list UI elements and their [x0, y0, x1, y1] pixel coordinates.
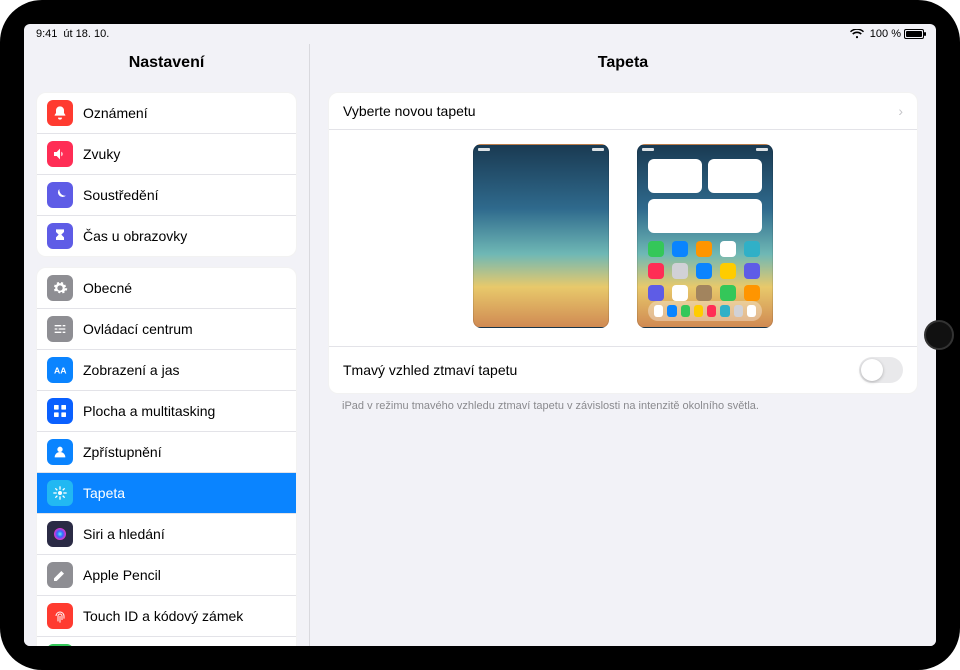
- ipad-frame: 9:41 út 18. 10. 100 % Nastavení Oznámení…: [0, 0, 960, 670]
- sidebar-item-apple-pencil[interactable]: Apple Pencil: [37, 555, 296, 596]
- grid-icon: [47, 398, 73, 424]
- sidebar-item-label: Apple Pencil: [83, 567, 161, 583]
- sidebar-item-label: Zobrazení a jas: [83, 362, 180, 378]
- sidebar-item-label: Čas u obrazovky: [83, 228, 187, 244]
- sidebar-item-label: Zvuky: [83, 146, 120, 162]
- sidebar-item-obecn-[interactable]: Obecné: [37, 268, 296, 309]
- speaker-icon: [47, 141, 73, 167]
- sidebar-item-label: Touch ID a kódový zámek: [83, 608, 243, 624]
- pencil-icon: [47, 562, 73, 588]
- sidebar-scroll[interactable]: OznámeníZvukySoustředěníČas u obrazovky …: [24, 82, 309, 646]
- choose-wallpaper-label: Vyberte novou tapetu: [343, 103, 476, 119]
- fingerprint-icon: [47, 603, 73, 629]
- homescreen-preview[interactable]: [637, 144, 773, 328]
- battery-percent: 100 %: [870, 28, 901, 40]
- sidebar-group-notifications: Oznámení Zvuky Soustředění Čas u obrazovky: [36, 92, 297, 257]
- sidebar-item-label: Siri a hledání: [83, 526, 165, 542]
- choose-wallpaper-row[interactable]: Vyberte novou tapetu ›: [329, 93, 917, 130]
- sidebar-item-ozn-men-[interactable]: Oznámení: [37, 93, 296, 134]
- sidebar-title: Nastavení: [24, 44, 309, 82]
- siri-icon: [47, 521, 73, 547]
- bell-icon: [47, 100, 73, 126]
- aa-icon: AA: [47, 357, 73, 383]
- wallpaper-previews: [329, 130, 917, 347]
- sidebar-item-label: Obecné: [83, 280, 132, 296]
- sidebar-item-zobrazen-a-jas[interactable]: AA Zobrazení a jas: [37, 350, 296, 391]
- status-time: 9:41: [36, 28, 57, 40]
- dark-wallpaper-switch[interactable]: [859, 357, 903, 383]
- flower-icon: [47, 480, 73, 506]
- sidebar-item-zp-stupn-n-[interactable]: Zpřístupnění: [37, 432, 296, 473]
- moon-icon: [47, 182, 73, 208]
- gear-icon: [47, 275, 73, 301]
- wallpaper-card: Vyberte novou tapetu ›: [328, 92, 918, 394]
- sidebar-item--as-u-obrazovky[interactable]: Čas u obrazovky: [37, 216, 296, 256]
- sidebar-item-soust-ed-n-[interactable]: Soustředění: [37, 175, 296, 216]
- status-bar: 9:41 út 18. 10. 100 %: [24, 24, 936, 44]
- detail-title: Tapeta: [310, 44, 936, 82]
- detail-pane: Tapeta Vyberte novou tapetu ›: [310, 44, 936, 646]
- sidebar-item-label: Soustředění: [83, 187, 159, 203]
- dark-wallpaper-label: Tmavý vzhled ztmaví tapetu: [343, 362, 517, 378]
- sidebar-item-baterie[interactable]: Baterie: [37, 637, 296, 646]
- sidebar-item-siri-a-hled-n-[interactable]: Siri a hledání: [37, 514, 296, 555]
- screen: 9:41 út 18. 10. 100 % Nastavení Oznámení…: [24, 24, 936, 646]
- sliders-icon: [47, 316, 73, 342]
- sidebar-group-general: Obecné Ovládací centrum AA Zobrazení a jas P…: [36, 267, 297, 646]
- chevron-right-icon: ›: [898, 103, 903, 119]
- sidebar-item-label: Zpřístupnění: [83, 444, 162, 460]
- footer-note: iPad v režimu tmavého vzhledu ztmaví tap…: [328, 394, 918, 412]
- sidebar-item-tapeta[interactable]: Tapeta: [37, 473, 296, 514]
- sidebar-item-ovl-dac-centrum[interactable]: Ovládací centrum: [37, 309, 296, 350]
- dark-wallpaper-row: Tmavý vzhled ztmaví tapetu: [329, 347, 917, 393]
- home-button[interactable]: [924, 320, 954, 350]
- svg-text:AA: AA: [54, 365, 67, 375]
- settings-sidebar: Nastavení Oznámení Zvuky Soustředění Čas u …: [24, 44, 310, 646]
- sidebar-item-touch-id-a-k-dov-z-mek[interactable]: Touch ID a kódový zámek: [37, 596, 296, 637]
- sidebar-item-plocha-a-multitasking[interactable]: Plocha a multitasking: [37, 391, 296, 432]
- battery-icon: [47, 644, 73, 646]
- sidebar-item-label: Tapeta: [83, 485, 125, 501]
- sidebar-item-label: Oznámení: [83, 105, 148, 121]
- battery-indicator: 100 %: [870, 28, 924, 40]
- sidebar-item-label: Plocha a multitasking: [83, 403, 215, 419]
- wifi-icon: [850, 29, 864, 39]
- sidebar-item-zvuky[interactable]: Zvuky: [37, 134, 296, 175]
- hourglass-icon: [47, 223, 73, 249]
- status-date: út 18. 10.: [63, 28, 109, 40]
- person-icon: [47, 439, 73, 465]
- lockscreen-preview[interactable]: [473, 144, 609, 328]
- sidebar-item-label: Ovládací centrum: [83, 321, 193, 337]
